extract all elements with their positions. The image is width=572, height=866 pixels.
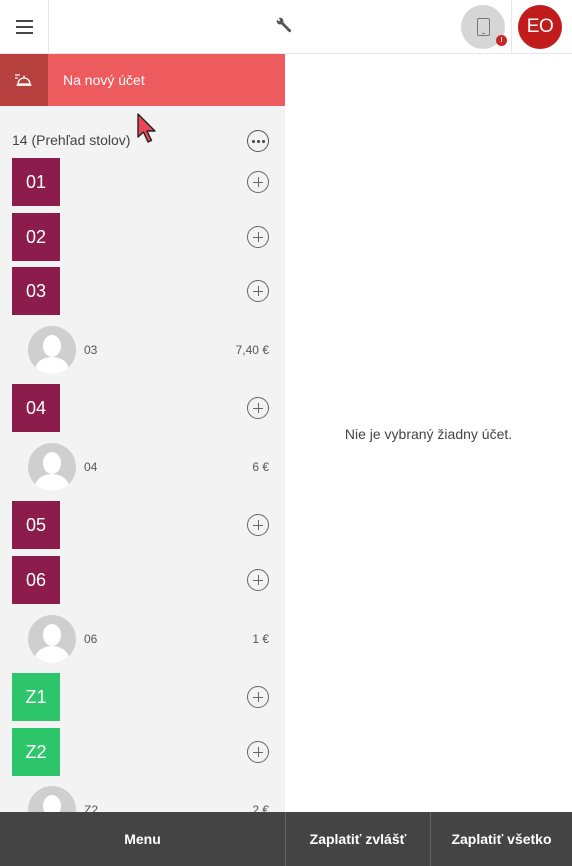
pay-separately-button[interactable]: Zaplatiť zvlášť — [285, 812, 430, 866]
table-tile-02[interactable]: 02 — [12, 213, 60, 261]
table-row: 05 — [0, 501, 285, 549]
user-avatar[interactable]: EO — [518, 5, 562, 49]
person-avatar-icon — [28, 786, 76, 812]
wrench-icon[interactable] — [274, 15, 296, 37]
account-row[interactable]: 06 1 € — [0, 615, 285, 663]
account-row[interactable]: Z2 2 € — [0, 786, 285, 812]
add-account-plus-icon[interactable] — [247, 741, 269, 763]
person-avatar-icon — [28, 326, 76, 374]
account-name: Z2 — [84, 803, 99, 812]
new-account-label: Na nový účet — [63, 72, 145, 88]
table-tile-z1[interactable]: Z1 — [12, 673, 60, 721]
account-amount: 1 € — [252, 632, 269, 646]
add-account-plus-icon[interactable] — [247, 514, 269, 536]
menu-toggle-button[interactable] — [0, 0, 49, 53]
add-account-plus-icon[interactable] — [247, 397, 269, 419]
device-status-button[interactable]: ! — [461, 5, 507, 49]
account-name: 03 — [84, 343, 98, 357]
account-amount: 7,40 € — [235, 343, 269, 357]
table-tile-01[interactable]: 01 — [12, 158, 60, 206]
account-name: 06 — [84, 632, 98, 646]
person-avatar-icon — [28, 615, 76, 663]
table-tile-06[interactable]: 06 — [12, 556, 60, 604]
bell-service-icon — [0, 54, 48, 106]
account-row[interactable]: 03 7,40 € — [0, 326, 285, 374]
person-avatar-icon — [28, 443, 76, 491]
add-account-plus-icon[interactable] — [247, 280, 269, 302]
table-row: Z1 — [0, 673, 285, 721]
mouse-cursor-icon — [137, 113, 156, 143]
tables-overview-label: 14 (Prehľad stolov) — [12, 132, 131, 148]
table-tile-04[interactable]: 04 — [12, 384, 60, 432]
more-horizontal-icon[interactable] — [247, 130, 269, 152]
table-row: 06 — [0, 556, 285, 604]
top-bar: ! EO — [0, 0, 572, 54]
table-row: 02 — [0, 213, 285, 261]
table-row: 03 — [0, 267, 285, 315]
header-divider — [511, 0, 512, 53]
new-account-button[interactable]: Na nový účet — [0, 54, 285, 106]
pay-all-button[interactable]: Zaplatiť všetko — [430, 812, 572, 866]
device-alert-badge: ! — [496, 35, 507, 46]
table-row: Z2 — [0, 728, 285, 776]
tablet-icon — [476, 18, 490, 36]
account-name: 04 — [84, 460, 98, 474]
add-account-plus-icon[interactable] — [247, 226, 269, 248]
menu-button[interactable]: Menu — [0, 812, 285, 866]
add-account-plus-icon[interactable] — [247, 171, 269, 193]
tables-sidebar: Na nový účet 14 (Prehľad stolov) 01 02 0… — [0, 54, 285, 812]
table-tile-05[interactable]: 05 — [12, 501, 60, 549]
table-tile-z2[interactable]: Z2 — [12, 728, 60, 776]
account-row[interactable]: 04 6 € — [0, 443, 285, 491]
add-account-plus-icon[interactable] — [247, 686, 269, 708]
empty-state-message: Nie je vybraný žiadny účet. — [344, 426, 513, 442]
table-row: 04 — [0, 384, 285, 432]
account-amount: 6 € — [252, 460, 269, 474]
account-detail-panel: Nie je vybraný žiadny účet. — [285, 54, 572, 812]
bottom-action-bar: Menu Zaplatiť zvlášť Zaplatiť všetko — [0, 812, 572, 866]
account-amount: 2 € — [252, 803, 269, 812]
table-tile-03[interactable]: 03 — [12, 267, 60, 315]
add-account-plus-icon[interactable] — [247, 569, 269, 591]
table-row: 01 — [0, 158, 285, 206]
hamburger-icon — [15, 20, 33, 34]
